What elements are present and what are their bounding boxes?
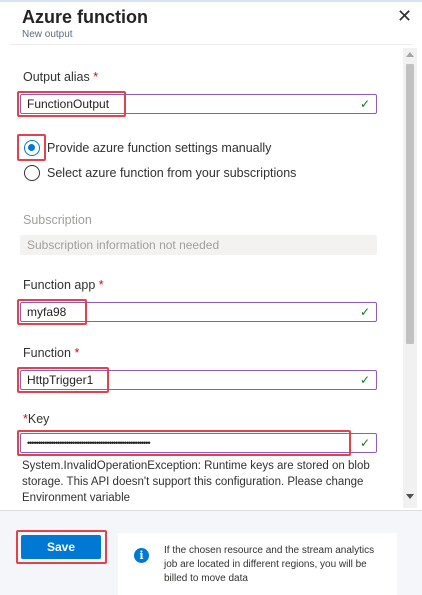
key-label: *Key bbox=[23, 412, 50, 426]
header-divider bbox=[10, 44, 412, 45]
highlight-box bbox=[17, 299, 87, 325]
form-scroll-area: Output alias * FunctionOutput ✓ Provide … bbox=[0, 48, 405, 510]
scroll-down-arrow-icon[interactable] bbox=[406, 494, 414, 499]
error-message: System.InvalidOperationException: Runtim… bbox=[22, 460, 370, 504]
subscription-label: Subscription bbox=[23, 213, 92, 227]
radio-button-unselected[interactable] bbox=[24, 165, 40, 181]
radio-option-manual-label: Provide azure function settings manually bbox=[47, 141, 272, 155]
panel-title: Azure function bbox=[22, 7, 148, 27]
subscription-input: Subscription information not needed bbox=[20, 235, 377, 255]
function-app-label: Function app * bbox=[23, 278, 104, 292]
radio-option-manual[interactable]: Provide azure function settings manually bbox=[24, 139, 271, 157]
valid-check-icon: ✓ bbox=[359, 436, 370, 450]
highlight-box bbox=[17, 91, 126, 117]
highlight-box bbox=[17, 134, 46, 161]
vertical-scrollbar[interactable] bbox=[403, 48, 417, 508]
valid-check-icon: ✓ bbox=[359, 373, 370, 387]
radio-option-subscription[interactable]: Select azure function from your subscrip… bbox=[24, 164, 296, 182]
panel-header: Azure function New output bbox=[22, 6, 148, 40]
output-alias-label: Output alias * bbox=[23, 70, 99, 84]
highlight-box bbox=[17, 367, 109, 393]
close-icon[interactable]: ✕ bbox=[397, 6, 412, 26]
scrollbar-thumb[interactable] bbox=[406, 64, 414, 344]
highlight-box bbox=[17, 430, 351, 456]
panel-subtitle: New output bbox=[22, 29, 73, 40]
info-message-box: i If the chosen resource and the stream … bbox=[118, 533, 397, 595]
highlight-box bbox=[16, 530, 107, 564]
top-accent-line bbox=[0, 0, 422, 2]
valid-check-icon: ✓ bbox=[359, 97, 370, 111]
radio-option-subscription-label: Select azure function from your subscrip… bbox=[47, 166, 297, 180]
function-label: Function * bbox=[23, 346, 80, 360]
info-message-text: If the chosen resource and the stream an… bbox=[164, 545, 375, 584]
valid-check-icon: ✓ bbox=[359, 305, 370, 319]
info-icon: i bbox=[134, 548, 149, 563]
scroll-up-arrow-icon[interactable] bbox=[406, 52, 414, 57]
